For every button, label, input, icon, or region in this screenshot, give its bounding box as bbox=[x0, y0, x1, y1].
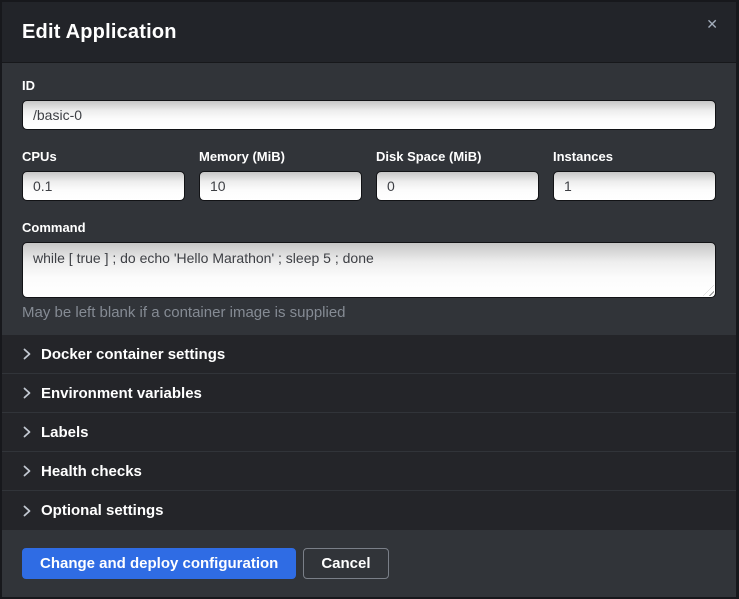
section-label: Docker container settings bbox=[41, 346, 225, 363]
section-label: Labels bbox=[41, 424, 89, 441]
section-environment-variables[interactable]: Environment variables bbox=[2, 374, 736, 413]
edit-application-modal: Edit Application ✕ ID CPUs Memory (MiB) … bbox=[0, 0, 739, 599]
change-and-deploy-button[interactable]: Change and deploy configuration bbox=[22, 548, 296, 579]
id-label: ID bbox=[22, 78, 716, 93]
disk-input[interactable] bbox=[376, 171, 539, 201]
resources-row: CPUs Memory (MiB) Disk Space (MiB) Insta… bbox=[22, 149, 716, 201]
modal-footer: Change and deploy configuration Cancel bbox=[2, 530, 736, 597]
collapsible-sections: Docker container settings Environment va… bbox=[2, 335, 736, 530]
cancel-button[interactable]: Cancel bbox=[303, 548, 388, 579]
section-label: Optional settings bbox=[41, 502, 164, 519]
disk-label: Disk Space (MiB) bbox=[376, 149, 539, 164]
id-input[interactable] bbox=[22, 100, 716, 130]
close-icon[interactable]: ✕ bbox=[703, 14, 721, 34]
section-health-checks[interactable]: Health checks bbox=[2, 452, 736, 491]
section-label: Health checks bbox=[41, 463, 142, 480]
memory-input[interactable] bbox=[199, 171, 362, 201]
section-labels[interactable]: Labels bbox=[2, 413, 736, 452]
instances-label: Instances bbox=[553, 149, 716, 164]
chevron-right-icon bbox=[22, 505, 32, 517]
chevron-right-icon bbox=[22, 465, 32, 477]
instances-input[interactable] bbox=[553, 171, 716, 201]
command-field-group: Command while [ true ] ; do echo 'Hello … bbox=[22, 220, 716, 321]
edit-application-form: ID CPUs Memory (MiB) Disk Space (MiB) In… bbox=[2, 63, 736, 335]
cpus-input[interactable] bbox=[22, 171, 185, 201]
cpus-label: CPUs bbox=[22, 149, 185, 164]
page-title: Edit Application bbox=[22, 21, 177, 44]
command-help-text: May be left blank if a container image i… bbox=[22, 304, 716, 321]
section-label: Environment variables bbox=[41, 385, 202, 402]
chevron-right-icon bbox=[22, 348, 32, 360]
section-optional-settings[interactable]: Optional settings bbox=[2, 491, 736, 530]
memory-label: Memory (MiB) bbox=[199, 149, 362, 164]
modal-header: Edit Application ✕ bbox=[2, 2, 736, 63]
disk-field-group: Disk Space (MiB) bbox=[376, 149, 539, 201]
chevron-right-icon bbox=[22, 387, 32, 399]
instances-field-group: Instances bbox=[553, 149, 716, 201]
cpus-field-group: CPUs bbox=[22, 149, 185, 201]
command-label: Command bbox=[22, 220, 716, 235]
id-field-group: ID bbox=[22, 78, 716, 130]
memory-field-group: Memory (MiB) bbox=[199, 149, 362, 201]
chevron-right-icon bbox=[22, 426, 32, 438]
section-docker-container-settings[interactable]: Docker container settings bbox=[2, 335, 736, 374]
command-textarea[interactable]: while [ true ] ; do echo 'Hello Marathon… bbox=[22, 242, 716, 298]
